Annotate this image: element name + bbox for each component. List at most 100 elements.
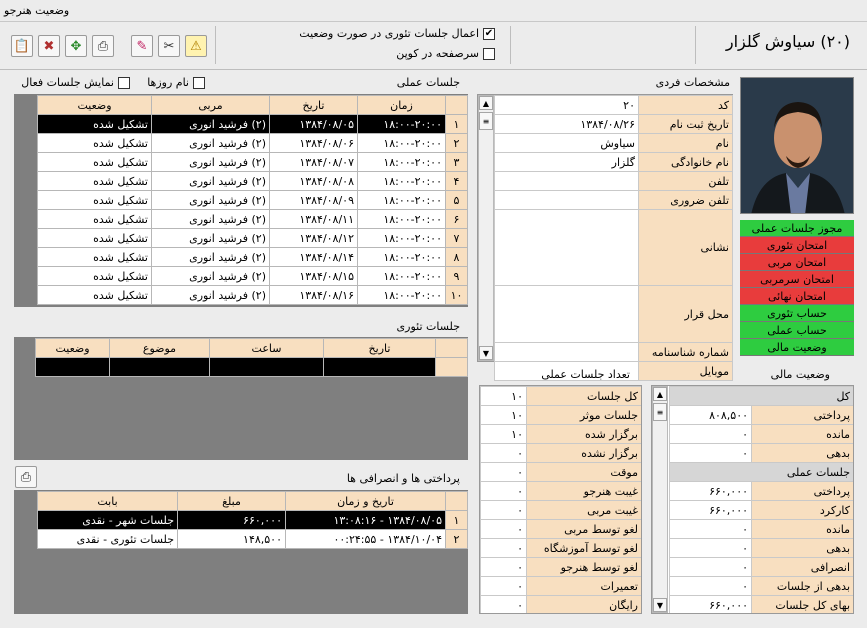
permission-item: مجوز جلسات عملی [740, 220, 854, 237]
table-row[interactable]: ۸ ۱۸:۰۰-۲۰:۰۰ ۱۳۸۴/۰۸/۱۴ (۲) فرشید انوری تشک… [37, 247, 468, 267]
checkbox-box[interactable] [193, 77, 205, 89]
field-label: تلفن [638, 171, 733, 191]
cell-coach: (۲) فرشید انوری [151, 247, 270, 267]
field-value[interactable] [494, 342, 639, 362]
table-row-empty[interactable] [35, 357, 468, 377]
cell-coach: (۲) فرشید انوری [151, 209, 270, 229]
payments-title: پرداختی ها و انصرافی ها [346, 472, 460, 485]
row-number: ۱۰ [445, 285, 468, 305]
coupon-checkbox[interactable]: سرصفحه در کوپن [380, 47, 495, 60]
table-row[interactable]: ۳ ۱۸:۰۰-۲۰:۰۰ ۱۳۸۴/۰۸/۰۷ (۲) فرشید انوری تشک… [37, 152, 468, 172]
printer-icon[interactable]: ⎙ [92, 35, 114, 57]
column-header[interactable]: مبلغ [177, 491, 286, 511]
scroll-thumb[interactable]: ≡ [653, 403, 667, 421]
table-header-row: تاریخ ساعت موضوع وضعیت [35, 338, 468, 358]
personal-scrollbar[interactable]: ▲ ≡ ▼ [478, 95, 494, 361]
table-row[interactable]: ۹ ۱۸:۰۰-۲۰:۰۰ ۱۳۸۴/۰۸/۱۵ (۲) فرشید انوری تشک… [37, 266, 468, 286]
table-row[interactable]: ۱ ۱۳۸۴/۰۸/۰۵ - ۱۳:۰۸:۱۶ ۶۶۰,۰۰۰ جلسات شهر -… [37, 510, 468, 530]
field-value[interactable] [494, 190, 639, 210]
count-label: لغو توسط هنرجو [526, 557, 641, 577]
cell-coach: (۲) فرشید انوری [151, 133, 270, 153]
clipboard-icon[interactable]: 📋 [11, 35, 33, 57]
table-row[interactable]: ۱ ۱۸:۰۰-۲۰:۰۰ ۱۳۸۴/۰۸/۰۵ (۲) فرشید انوری تشک… [37, 114, 468, 134]
checkbox-box[interactable] [118, 77, 130, 89]
show-active-checkbox[interactable]: نمایش جلسات فعال [12, 76, 130, 89]
field-value[interactable] [494, 171, 639, 191]
scroll-down-icon[interactable]: ▼ [653, 598, 667, 612]
table-row[interactable]: ۲ ۱۸:۰۰-۲۰:۰۰ ۱۳۸۴/۰۸/۰۶ (۲) فرشید انوری تشک… [37, 133, 468, 153]
count-label: لغو توسط مربی [526, 519, 641, 539]
cell-time: ۱۸:۰۰-۲۰:۰۰ [357, 114, 446, 134]
cell [209, 357, 324, 377]
printer-icon[interactable]: ⎙ [15, 466, 37, 488]
scroll-thumb[interactable]: ≡ [479, 112, 493, 130]
disconnect-icon[interactable]: ✂ [158, 35, 180, 57]
permission-item: امتحان نهائی [740, 288, 854, 305]
count-label: غیبت هنرجو [526, 481, 641, 501]
finance-row: پرداختی ۶۶۰,۰۰۰ [668, 481, 853, 501]
practical-table: زمان تاریخ مربی وضعیت ۱ ۱۸:۰۰-۲۰:۰۰ ۱۳۸۴/۰… [37, 95, 468, 305]
count-value: ۰ [480, 481, 527, 501]
cell-date: ۱۳۸۴/۰۸/۱۱ [269, 209, 358, 229]
cell-coach: (۲) فرشید انوری [151, 190, 270, 210]
table-row[interactable]: ۷ ۱۸:۰۰-۲۰:۰۰ ۱۳۸۴/۰۸/۱۲ (۲) فرشید انوری تشک… [37, 228, 468, 248]
table-row[interactable]: ۴ ۱۸:۰۰-۲۰:۰۰ ۱۳۸۴/۰۸/۰۸ (۲) فرشید انوری تشک… [37, 171, 468, 191]
show-active-label: نمایش جلسات فعال [21, 76, 114, 89]
field-value[interactable] [494, 285, 639, 343]
field-label: موبایل [638, 361, 733, 381]
session-counts-panel: کل جلسات ۱۰ جلسات موثر ۱۰ برگزار شده ۱۰ برگ… [479, 385, 642, 614]
field-value[interactable]: گلزار [494, 152, 639, 172]
financial-table: کل پرداختی ۸۰۸,۵۰۰ مانده ۰ بدهی ۰ جلسات عمل… [668, 386, 853, 613]
checkbox-box[interactable] [483, 48, 495, 60]
personal-row: شماره شناسنامه [494, 342, 733, 362]
count-value: ۱۰ [480, 424, 527, 444]
count-value: ۰ [480, 519, 527, 539]
theory-title: جلسات تئوری [396, 320, 460, 333]
show-days-checkbox[interactable]: نام روزها [120, 76, 205, 89]
field-value[interactable]: سیاوش [494, 133, 639, 153]
finance-value: ۰ [668, 424, 753, 444]
table-row[interactable]: ۲ ۱۳۸۴/۱۰/۰۴ - ۰۰:۲۴:۵۵ ۱۴۸,۵۰۰ جلسات تئوری… [37, 529, 468, 549]
column-header[interactable]: زمان [357, 95, 446, 115]
count-row: لغو توسط آموزشگاه ۰ [480, 538, 641, 558]
grid-left-bar [15, 95, 37, 306]
cell-for: جلسات تئوری - نقدی [37, 529, 178, 549]
column-header[interactable]: وضعیت [35, 338, 110, 358]
count-label: برگزار شده [526, 424, 641, 444]
column-header[interactable]: بابت [37, 491, 178, 511]
scroll-up-icon[interactable]: ▲ [479, 96, 493, 110]
count-value: ۱۰ [480, 405, 527, 425]
cell-status: تشکیل شده [37, 266, 152, 286]
finance-row: مانده ۰ [668, 519, 853, 539]
stamp-icon[interactable]: ✎ [131, 35, 153, 57]
column-header[interactable]: تاریخ و زمان [285, 491, 446, 511]
checkbox-box[interactable]: ✔ [483, 28, 495, 40]
financial-scrollbar[interactable]: ▲ ≡ ▼ [652, 386, 668, 613]
warning-icon[interactable]: ⚠ [185, 35, 207, 57]
column-header[interactable]: مربی [151, 95, 270, 115]
row-number: ۱ [445, 510, 468, 530]
column-header[interactable]: ساعت [209, 338, 324, 358]
column-header[interactable]: تاریخ [269, 95, 358, 115]
cell-date: ۱۳۸۴/۰۸/۱۶ [269, 285, 358, 305]
column-header[interactable]: تاریخ [323, 338, 436, 358]
group-header-row: جلسات عملی [668, 462, 853, 482]
finance-label: بدهی [751, 443, 853, 463]
finance-label: مانده [751, 424, 853, 444]
column-header[interactable]: وضعیت [37, 95, 152, 115]
scroll-down-icon[interactable]: ▼ [479, 346, 493, 360]
table-row[interactable]: ۵ ۱۸:۰۰-۲۰:۰۰ ۱۳۸۴/۰۸/۰۹ (۲) فرشید انوری تشک… [37, 190, 468, 210]
table-row[interactable]: ۶ ۱۸:۰۰-۲۰:۰۰ ۱۳۸۴/۰۸/۱۱ (۲) فرشید انوری تشک… [37, 209, 468, 229]
column-header[interactable]: موضوع [109, 338, 210, 358]
corner-cell [445, 95, 468, 115]
cell-date: ۱۳۸۴/۰۸/۰۶ [269, 133, 358, 153]
tools-icon[interactable]: ✖ [38, 35, 60, 57]
apply-theory-checkbox[interactable]: ✔ اعمال جلسات تئوری در صورت وضعیت [290, 27, 495, 40]
puzzle-icon[interactable]: ✥ [65, 35, 87, 57]
field-value[interactable]: ۲۰ [494, 95, 639, 115]
row-number: ۴ [445, 171, 468, 191]
table-row[interactable]: ۱۰ ۱۸:۰۰-۲۰:۰۰ ۱۳۸۴/۰۸/۱۶ (۲) فرشید انوری تش… [37, 285, 468, 305]
field-value[interactable]: ۱۳۸۴/۰۸/۲۶ [494, 114, 639, 134]
scroll-up-icon[interactable]: ▲ [653, 387, 667, 401]
field-value[interactable] [494, 209, 639, 286]
